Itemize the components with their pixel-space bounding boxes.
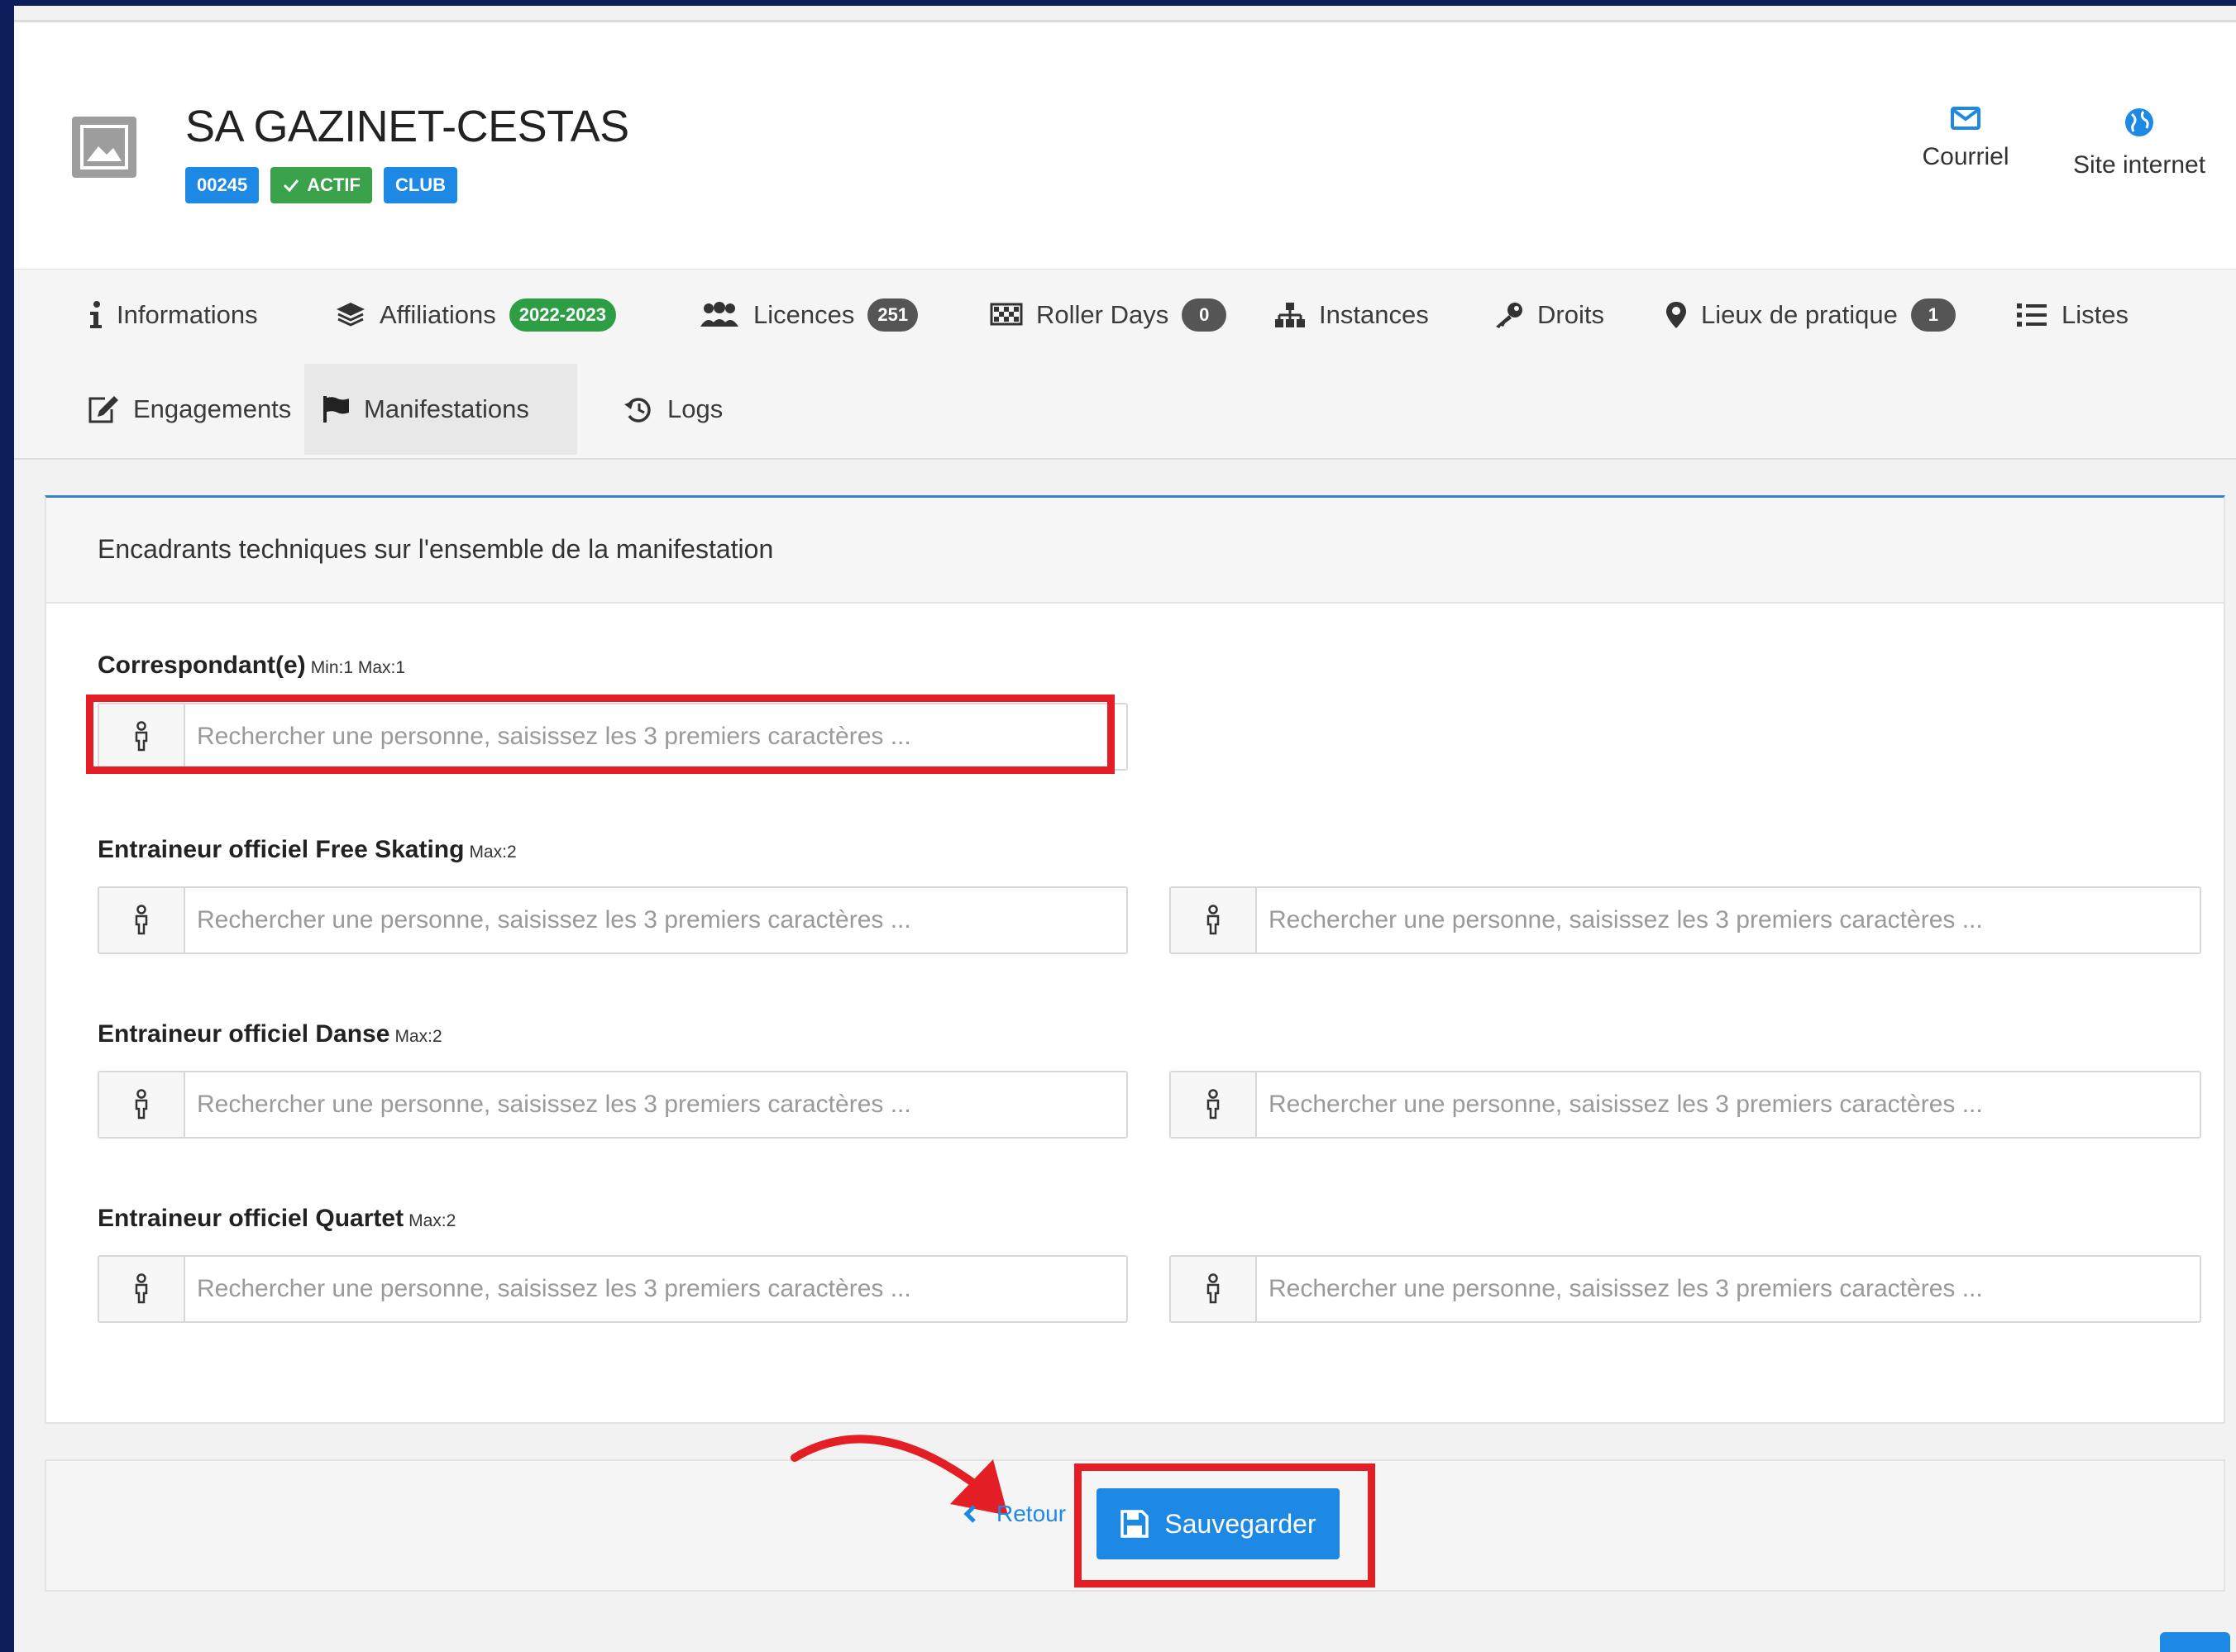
free-skating-search-input-2[interactable] [1257,888,2200,953]
person-icon [99,1257,185,1321]
tab-label: Roller Days [1036,300,1169,329]
field-limit: Max:2 [469,843,517,862]
field-limit: Max:2 [408,1211,456,1230]
website-link[interactable]: Site internet [2057,107,2222,179]
floppy-disk-icon [1120,1510,1149,1538]
club-header: SA GAZINET-CESTAS 00245 ACTIF CLUB Courr… [14,20,2236,271]
club-name: SA GAZINET-CESTAS [185,102,629,151]
tab-affiliations[interactable]: Affiliations 2022-2023 [318,270,633,360]
roller-days-count-badge: 0 [1182,298,1227,332]
danse-search-input-1[interactable] [185,1072,1126,1137]
tab-label: Lieux de pratique [1701,300,1898,329]
correspondant-search-field[interactable] [98,703,1128,771]
tab-label: Instances [1319,300,1429,329]
danse-search-field-1[interactable] [98,1071,1128,1139]
globe-icon [2125,108,2153,136]
free-skating-label: Entraineur officiel Free Skating Max:2 [98,836,517,864]
panel-title: Encadrants techniques sur l'ensemble de … [98,534,774,564]
field-label-text: Correspondant(e) [98,652,306,679]
check-icon [284,179,299,193]
tab-informations[interactable]: Informations [70,270,275,360]
back-link-label: Retour [996,1501,1067,1526]
tab-logs[interactable]: Logs [606,364,739,455]
person-icon [1171,888,1257,953]
field-label-text: Entraineur officiel Quartet [98,1205,404,1232]
back-link[interactable]: Retour [963,1501,1066,1527]
layers-icon [335,301,366,329]
person-icon [99,888,185,953]
tab-label: Informations [117,300,258,329]
danse-label: Entraineur officiel Danse Max:2 [98,1020,442,1048]
tab-label: Manifestations [364,394,529,423]
edit-icon [87,394,120,424]
info-icon [87,300,103,330]
key-icon [1493,301,1524,329]
field-label-text: Entraineur officiel Danse [98,1020,390,1048]
quartet-search-input-1[interactable] [185,1257,1126,1321]
club-tabs: Informations Affiliations 2022-2023 Lice… [14,269,2236,460]
website-link-label: Site internet [2072,151,2206,179]
club-code-badge: 00245 [185,167,260,203]
danse-search-input-2[interactable] [1257,1072,2200,1137]
tab-lieux-de-pratique[interactable]: Lieux de pratique 1 [1648,270,1972,360]
technical-staff-panel: Encadrants techniques sur l'ensemble de … [45,495,2225,1424]
tab-label: Droits [1537,300,1604,329]
tab-label: Affiliations [380,300,496,329]
flag-icon [321,394,351,424]
quartet-search-field-1[interactable] [98,1255,1128,1323]
field-limit: Min:1 Max:1 [310,658,406,677]
type-badge: CLUB [383,167,458,203]
tab-listes[interactable]: Listes [1999,270,2145,360]
lieux-count-badge: 1 [1910,298,1956,332]
scroll-top-button[interactable] [2160,1632,2230,1652]
status-badge: ACTIF [270,167,372,203]
tab-instances[interactable]: Instances [1258,270,1445,360]
tab-label: Listes [2062,300,2128,329]
tab-label: Licences [753,300,855,329]
club-badges: 00245 ACTIF CLUB [185,167,458,203]
quartet-search-input-2[interactable] [1257,1257,2200,1321]
person-icon [99,1072,185,1137]
free-skating-search-input-1[interactable] [185,888,1126,953]
map-marker-icon [1665,300,1688,330]
tab-licences[interactable]: Licences 251 [682,270,934,360]
person-icon [1171,1257,1257,1321]
envelope-icon [1951,107,1980,130]
chevron-left-icon [963,1505,976,1523]
sitemap-icon [1274,301,1306,329]
page: SA GAZINET-CESTAS 00245 ACTIF CLUB Courr… [14,6,2236,1652]
users-icon [699,302,740,328]
email-link-label: Courriel [1922,143,2009,170]
free-skating-search-field-2[interactable] [1169,886,2201,954]
status-badge-label: ACTIF [307,174,361,195]
panel-header: Encadrants techniques sur l'ensemble de … [46,498,2224,604]
tab-label: Engagements [133,394,292,423]
tab-label: Logs [667,394,724,423]
correspondant-search-input[interactable] [185,704,1126,769]
field-limit: Max:2 [394,1027,442,1046]
tab-manifestations[interactable]: Manifestations [304,364,577,455]
list-icon [2015,301,2048,329]
quartet-search-field-2[interactable] [1169,1255,2201,1323]
email-link[interactable]: Courriel [1916,107,2015,171]
checkered-flag-icon [990,301,1023,329]
season-badge: 2022-2023 [509,298,616,332]
free-skating-search-field-1[interactable] [98,886,1128,954]
quartet-label: Entraineur officiel Quartet Max:2 [98,1205,456,1233]
save-button[interactable]: Sauvegarder [1096,1488,1340,1559]
tab-engagements[interactable]: Engagements [70,364,308,455]
tab-roller-days[interactable]: Roller Days 0 [973,270,1243,360]
club-logo-placeholder-icon [72,117,136,178]
correspondant-label: Correspondant(e) Min:1 Max:1 [98,652,405,680]
save-button-label: Sauvegarder [1164,1508,1316,1539]
licences-count-badge: 251 [867,298,919,332]
person-icon [99,704,185,769]
danse-search-field-2[interactable] [1169,1071,2201,1139]
tab-droits[interactable]: Droits [1476,270,1621,360]
history-icon [623,394,654,424]
field-label-text: Entraineur officiel Free Skating [98,836,465,863]
person-icon [1171,1072,1257,1137]
